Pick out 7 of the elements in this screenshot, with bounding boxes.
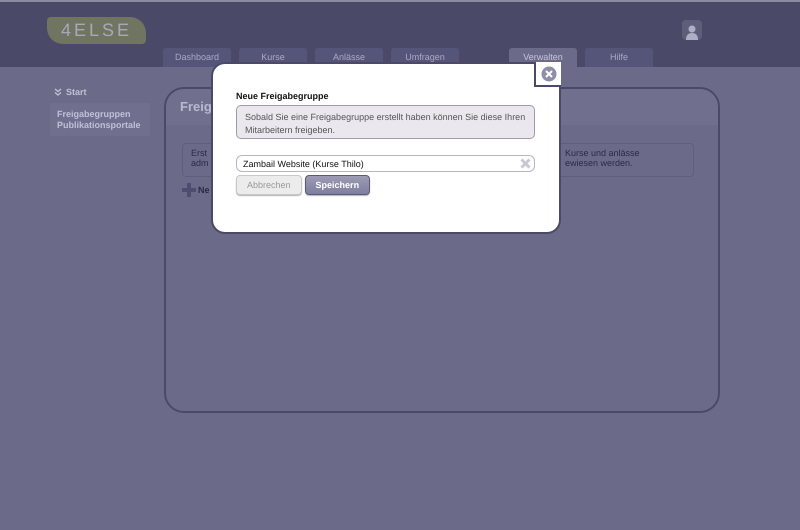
info-text: adm — [191, 158, 209, 168]
info-text: ewiesen werden. — [565, 158, 634, 168]
info-text: Erst — [191, 148, 208, 158]
dialog-title: Neue Freigabegruppe — [236, 91, 330, 101]
logo: 4ELSE — [47, 16, 146, 44]
hint-text: Sobald Sie eine Freigabegruppe erstellt haben können Sie diese Ihren Mitarbeitern freigeben. — [236, 105, 535, 139]
info-text: Kurse und anlässe — [565, 148, 641, 158]
